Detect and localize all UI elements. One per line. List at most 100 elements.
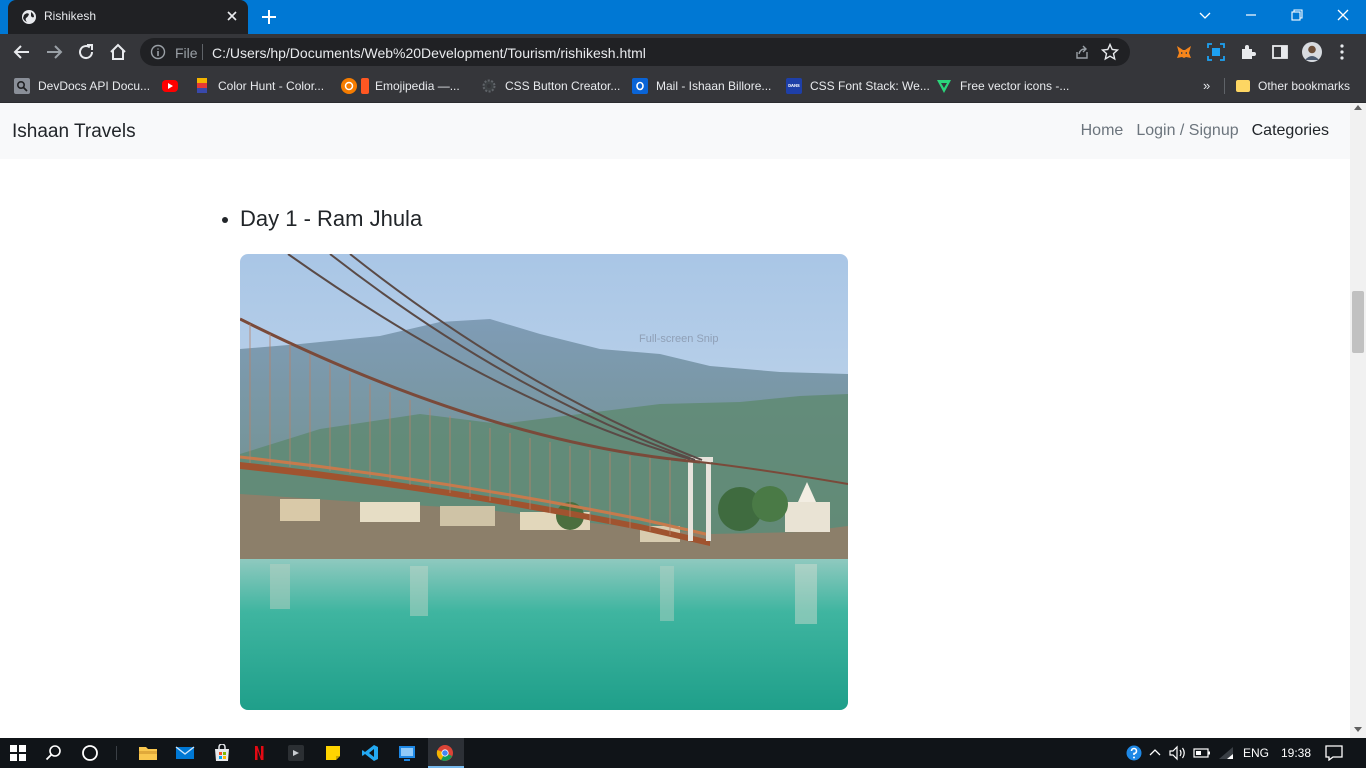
folder-icon [1236, 80, 1250, 92]
restore-icon [1291, 9, 1303, 21]
bookmarks-divider [1224, 78, 1225, 94]
bookmark-css-button-creator[interactable]: CSS Button Creator... [481, 77, 620, 95]
cortana-circle-icon [82, 745, 98, 761]
close-icon[interactable] [224, 8, 240, 24]
microsoft-store-icon[interactable] [210, 742, 234, 764]
outlook-icon [632, 78, 648, 94]
arrow-right-icon [47, 45, 63, 59]
nav-home[interactable]: Home [1081, 122, 1124, 140]
nav-categories[interactable]: Categories [1252, 122, 1329, 140]
input-language[interactable]: ENG [1243, 746, 1269, 760]
scroll-thumb[interactable] [1352, 291, 1364, 353]
metamask-icon[interactable] [1174, 42, 1194, 62]
colorhunt-icon [194, 78, 210, 94]
more-menu-button[interactable] [1332, 42, 1352, 62]
home-button[interactable] [106, 40, 130, 64]
search-button[interactable] [42, 742, 66, 764]
home-icon [110, 43, 126, 60]
wifi-icon[interactable] [1214, 742, 1238, 764]
notifications-button[interactable] [1322, 742, 1346, 764]
list-bullet [222, 217, 228, 223]
snip-overlay-label: Full-screen Snip [639, 333, 719, 345]
profile-avatar[interactable] [1302, 42, 1322, 62]
browser-tab[interactable]: Rishikesh [8, 0, 248, 34]
minimize-icon [1246, 14, 1256, 16]
tab-search-button[interactable] [1182, 0, 1228, 30]
itinerary-list-item: Day 1 - Ram Jhula [222, 206, 422, 232]
back-button[interactable] [10, 40, 34, 64]
page-viewport: Ishaan Travels Home Login / Signup Categ… [0, 103, 1350, 738]
mail-app-icon[interactable] [173, 742, 197, 764]
reload-icon [79, 44, 94, 60]
share-icon[interactable] [1074, 44, 1090, 60]
close-icon [1337, 9, 1349, 21]
emojipedia-icon [341, 78, 357, 94]
bookmark-flaticon[interactable]: Free vector icons -... [936, 77, 1069, 95]
scroll-down-arrow-icon[interactable] [1354, 727, 1362, 732]
star-icon[interactable] [1101, 43, 1119, 61]
bookmark-youtube[interactable] [162, 77, 186, 95]
taskbar-divider [116, 746, 117, 760]
battery-icon[interactable] [1190, 742, 1214, 764]
day-heading: Day 1 - Ram Jhula [240, 206, 423, 231]
restore-button[interactable] [1274, 0, 1320, 30]
new-tab-icon[interactable] [258, 6, 280, 28]
bookmark-css-font-stack[interactable]: ᴅᴀɴs CSS Font Stack: We... [786, 77, 930, 95]
media-app-icon[interactable] [284, 742, 308, 764]
omnibox-divider [202, 44, 203, 60]
bookmark-mail[interactable]: Mail - Ishaan Billore... [632, 77, 771, 95]
scroll-up-arrow-icon[interactable] [1354, 105, 1362, 110]
address-bar[interactable]: File C:/Users/hp/Documents/Web%20Develop… [140, 38, 1130, 66]
nav-login-signup[interactable]: Login / Signup [1136, 122, 1238, 140]
site-navbar: Ishaan Travels Home Login / Signup Categ… [0, 103, 1350, 159]
side-panel-icon[interactable] [1270, 42, 1290, 62]
window-close-button[interactable] [1320, 0, 1366, 30]
bookmark-devdocs[interactable]: DevDocs API Docu... [14, 77, 150, 95]
bookmarks-overflow-button[interactable]: » [1203, 78, 1210, 93]
page-scrollbar[interactable] [1350, 103, 1366, 738]
clock-time[interactable]: 19:38 [1281, 746, 1311, 760]
search-icon [45, 745, 61, 761]
youtube-icon [162, 80, 178, 92]
site-brand[interactable]: Ishaan Travels [12, 121, 136, 143]
remote-desktop-icon[interactable] [395, 742, 419, 764]
task-view-button[interactable] [78, 742, 102, 764]
windows-taskbar: ENG 19:38 [0, 738, 1366, 768]
window-titlebar: Rishikesh [0, 0, 1366, 34]
bookmark-icon [361, 78, 369, 94]
gear-icon [481, 78, 497, 94]
browser-toolbar: File C:/Users/hp/Documents/Web%20Develop… [0, 34, 1366, 70]
minimize-button[interactable] [1228, 0, 1274, 30]
chevron-down-icon [1199, 12, 1211, 19]
tray-overflow-chevron-icon[interactable] [1143, 742, 1167, 764]
scheme-label: File [175, 45, 198, 61]
bookmark-emojipedia[interactable]: Emojipedia —... [341, 77, 460, 95]
forward-button[interactable] [42, 40, 66, 64]
sticky-notes-icon[interactable] [321, 742, 345, 764]
nav-links: Home Login / Signup Categories [1081, 122, 1329, 140]
tab-title: Rishikesh [44, 9, 97, 23]
arrow-left-icon [13, 45, 29, 59]
bookmark-colorhunt[interactable]: Color Hunt - Color... [194, 77, 324, 95]
chrome-taskbar-icon[interactable] [433, 742, 457, 764]
extensions-icon[interactable] [1238, 42, 1258, 62]
windows-logo-icon [10, 745, 26, 761]
screen-capture-icon[interactable] [1206, 42, 1226, 62]
start-button[interactable] [6, 742, 30, 764]
cssfontstack-icon: ᴅᴀɴs [786, 78, 802, 94]
vscode-icon[interactable] [358, 742, 382, 764]
other-bookmarks-folder[interactable]: Other bookmarks [1236, 77, 1350, 95]
netflix-icon[interactable] [247, 742, 271, 764]
file-explorer-icon[interactable] [136, 742, 160, 764]
devdocs-icon [14, 78, 30, 94]
kebab-menu-icon [1340, 44, 1344, 60]
info-icon[interactable] [150, 44, 166, 60]
reload-button[interactable] [74, 40, 98, 64]
flaticon-icon [936, 78, 952, 94]
globe-icon [22, 10, 36, 24]
ram-jhula-illustration [240, 254, 848, 710]
bookmarks-bar: DevDocs API Docu... Color Hunt - Color..… [0, 70, 1366, 103]
speech-bubble-icon [1325, 745, 1343, 761]
url-text[interactable]: C:/Users/hp/Documents/Web%20Development/… [212, 45, 646, 61]
volume-icon[interactable] [1166, 742, 1190, 764]
